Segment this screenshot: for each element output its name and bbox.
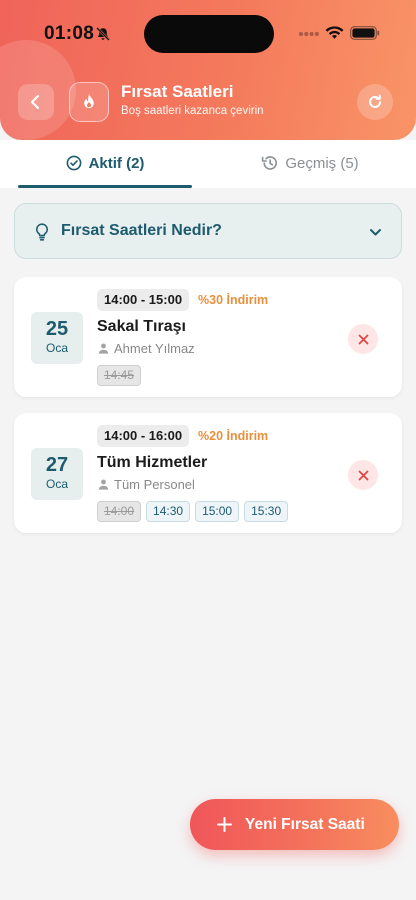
service-name: Tüm Hizmetler — [97, 454, 208, 471]
new-opportunity-label: Yeni Fırsat Saati — [245, 815, 365, 833]
time-slot-booked: 14:00 — [97, 501, 142, 522]
time-slot-booked: 14:45 — [97, 365, 142, 386]
bell-slash-icon — [96, 27, 110, 41]
time-range: 14:00 - 16:00 — [97, 425, 190, 447]
refresh-button[interactable] — [357, 84, 393, 120]
date-month: Oca — [45, 341, 68, 355]
page-subtitle: Boş saatleri kazanca çevirin — [121, 105, 264, 117]
battery-icon — [350, 26, 380, 40]
staff-name: Tüm Personel — [114, 477, 195, 492]
opportunity-card[interactable]: 27 Oca 14:00 - 16:00 %20 İndirim Tüm Hiz… — [14, 413, 402, 533]
time-range: 14:00 - 15:00 — [97, 289, 190, 311]
plus-icon — [217, 817, 232, 832]
tab-history[interactable]: Geçmiş (5) — [220, 140, 400, 186]
service-name: Sakal Tıraşı — [97, 318, 186, 335]
date-badge: 25 Oca — [31, 312, 83, 364]
tab-active[interactable]: Aktif (2) — [18, 140, 192, 186]
time-slot: 15:00 — [195, 501, 240, 522]
back-button[interactable] — [18, 84, 54, 120]
lightbulb-icon — [36, 223, 48, 241]
tab-indicator — [18, 185, 192, 188]
check-circle-icon — [66, 155, 81, 171]
flame-icon — [84, 94, 94, 109]
staff-name: Ahmet Yılmaz — [114, 341, 195, 356]
info-accordion[interactable]: Fırsat Saatleri Nedir? — [14, 203, 402, 259]
discount-label: %20 İndirim — [198, 429, 269, 443]
new-opportunity-button[interactable]: Yeni Fırsat Saati — [190, 799, 399, 850]
opportunity-card[interactable]: 25 Oca 14:00 - 15:00 %30 İndirim Sakal T… — [14, 277, 402, 397]
delete-button[interactable] — [348, 324, 378, 354]
page-title: Fırsat Saatleri — [121, 82, 234, 101]
history-icon — [262, 156, 278, 170]
app-header: 01:08 Fırsat Saatleri Boş saatleri kazan… — [0, 0, 416, 140]
delete-button[interactable] — [348, 460, 378, 490]
slot-list: 14:45 — [97, 365, 142, 386]
chevron-down-icon — [370, 229, 381, 236]
date-day: 25 — [45, 318, 69, 340]
status-bar: 01:08 — [0, 0, 416, 66]
wifi-icon — [325, 26, 344, 39]
page-logo — [69, 82, 109, 122]
info-title: Fırsat Saatleri Nedir? — [61, 222, 222, 239]
date-day: 27 — [45, 454, 69, 476]
dynamic-island — [144, 15, 274, 53]
refresh-icon — [369, 94, 381, 108]
discount-label: %30 İndirim — [198, 293, 269, 307]
back-arrow-icon — [30, 94, 40, 110]
slot-list: 14:00 14:30 15:00 15:30 — [97, 501, 289, 522]
tab-bar: Aktif (2) Geçmiş (5) — [0, 140, 416, 188]
staff-row: Tüm Personel — [98, 477, 195, 492]
status-time: 01:08 — [44, 23, 95, 44]
close-icon — [358, 470, 368, 480]
staff-row: Ahmet Yılmaz — [98, 341, 195, 356]
date-badge: 27 Oca — [31, 448, 83, 500]
time-slot: 15:30 — [244, 501, 289, 522]
person-icon — [98, 343, 109, 354]
person-icon — [98, 479, 109, 490]
signal-dots-icon — [298, 31, 319, 37]
close-icon — [358, 334, 368, 344]
date-month: Oca — [45, 477, 68, 491]
tab-history-label: Geçmiş (5) — [285, 154, 359, 172]
time-slot: 14:30 — [146, 501, 191, 522]
tab-active-label: Aktif (2) — [88, 154, 145, 172]
